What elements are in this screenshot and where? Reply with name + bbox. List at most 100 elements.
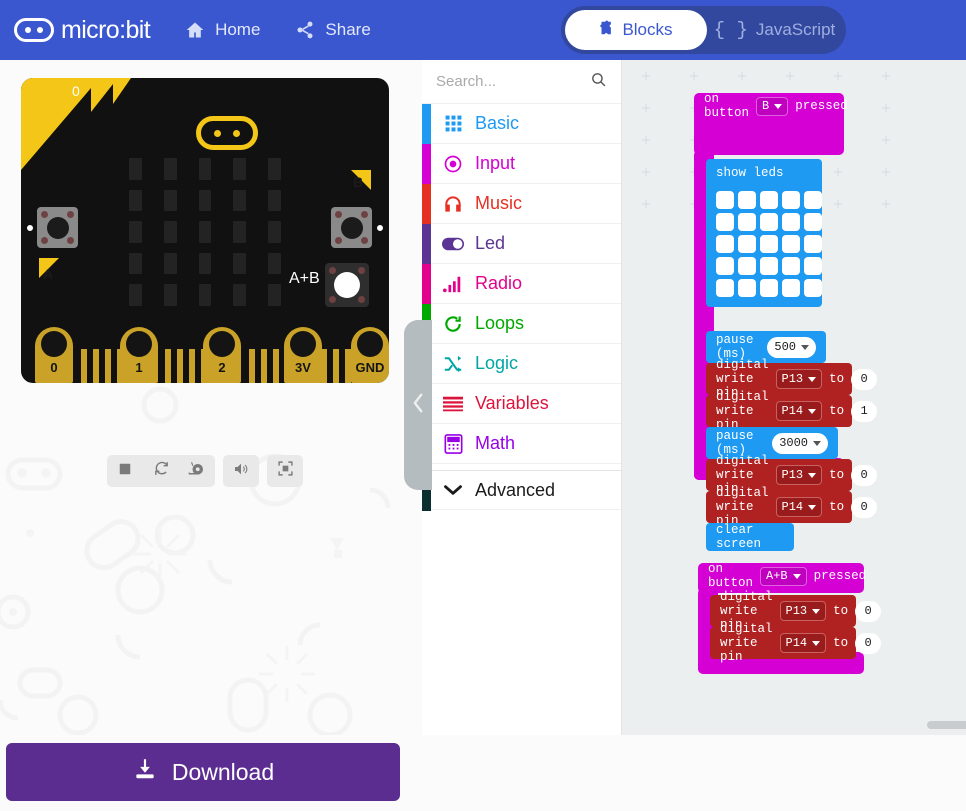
nav-share[interactable]: Share xyxy=(294,20,371,40)
led-cell[interactable] xyxy=(738,235,756,253)
category-color-strip xyxy=(422,264,431,304)
target-icon xyxy=(440,154,466,174)
simulator-edge-connector: 0 1 2 3V GND xyxy=(21,325,389,383)
led-cell[interactable] xyxy=(782,257,800,275)
led-cell[interactable] xyxy=(760,279,778,297)
download-icon xyxy=(132,756,158,788)
search-input[interactable] xyxy=(436,73,576,90)
block-header: on button B pressed xyxy=(694,92,848,120)
simulator-pin-2[interactable]: 2 xyxy=(203,327,241,383)
toolbox-collapse-handle[interactable] xyxy=(404,320,432,490)
block-on-button-ab-pressed[interactable]: on button A+B pressed xyxy=(698,562,866,593)
mute-button[interactable] xyxy=(223,455,259,487)
search-icon[interactable] xyxy=(590,71,607,93)
led-cell[interactable] xyxy=(738,191,756,209)
block-text-before: on button xyxy=(708,562,754,590)
block-digital-write-p14-0-ab[interactable]: digital write pin P14 to 0 xyxy=(710,622,882,664)
block-on-button-b-pressed[interactable]: on button B pressed xyxy=(694,92,848,155)
toolbox-category-math[interactable]: Math xyxy=(422,424,621,464)
toolbox-category-basic[interactable]: Basic xyxy=(422,104,621,144)
led-cell[interactable] xyxy=(716,257,734,275)
led-cell[interactable] xyxy=(804,235,822,253)
pin-dropdown[interactable]: P13 xyxy=(775,465,823,485)
pause-value-dropdown[interactable]: 3000 xyxy=(772,432,828,454)
dropdown-value: B xyxy=(762,99,770,113)
blocks-workspace[interactable]: on button B pressed show leds pause (ms)… xyxy=(622,60,966,735)
led-cell[interactable] xyxy=(760,213,778,231)
microbit-logo[interactable]: micro:bit xyxy=(14,16,151,45)
led-cell[interactable] xyxy=(804,279,822,297)
simulator-button-a[interactable] xyxy=(37,207,78,248)
led-cell[interactable] xyxy=(804,257,822,275)
led-cell[interactable] xyxy=(738,213,756,231)
simulator-button-b[interactable] xyxy=(331,207,372,248)
value-field[interactable]: 0 xyxy=(851,496,878,518)
led-cell[interactable] xyxy=(782,191,800,209)
value-field[interactable]: 1 xyxy=(851,400,878,422)
value-field[interactable]: 0 xyxy=(855,600,882,622)
block-label: clear screen xyxy=(716,523,762,551)
led-cell[interactable] xyxy=(804,191,822,209)
simulator-pin-gnd[interactable]: GND xyxy=(351,327,389,383)
grid-icon xyxy=(440,114,466,133)
value-field[interactable]: 0 xyxy=(851,368,878,390)
category-color-strip xyxy=(422,224,431,264)
simulator-pin-3v[interactable]: 3V xyxy=(284,327,322,383)
toolbox-category-variables[interactable]: Variables xyxy=(422,384,621,424)
tab-javascript[interactable]: { } JavaScript xyxy=(707,10,842,50)
field-value: 500 xyxy=(774,340,796,354)
category-color-strip xyxy=(422,104,431,144)
simulator-button-a-plus-b[interactable] xyxy=(325,263,369,307)
toolbox-category-music[interactable]: Music xyxy=(422,184,621,224)
block-label: pause (ms) xyxy=(716,429,754,457)
led-cell[interactable] xyxy=(760,235,778,253)
stop-button[interactable] xyxy=(107,455,143,487)
led-cell[interactable] xyxy=(760,191,778,209)
restart-button[interactable] xyxy=(143,455,179,487)
simulator-pin-0[interactable]: 0 xyxy=(35,327,73,383)
led-cell[interactable] xyxy=(738,257,756,275)
block-show-leds[interactable]: show leds xyxy=(706,159,822,307)
download-button[interactable]: Download xyxy=(6,743,400,801)
led-cell[interactable] xyxy=(760,257,778,275)
workspace-horizontal-scrollbar[interactable] xyxy=(927,721,966,729)
show-leds-grid[interactable] xyxy=(706,183,822,307)
pin-dropdown[interactable]: P14 xyxy=(775,497,823,517)
pause-value-dropdown[interactable]: 500 xyxy=(767,336,816,358)
nav-home[interactable]: Home xyxy=(184,20,260,40)
pin-dropdown[interactable]: P13 xyxy=(779,601,827,621)
toolbox-category-input[interactable]: Input xyxy=(422,144,621,184)
block-digital-write-p14-1[interactable]: digital write pin P14 to 1 xyxy=(706,390,878,432)
led-cell[interactable] xyxy=(782,213,800,231)
led-cell[interactable] xyxy=(738,279,756,297)
block-clear-screen[interactable]: clear screen xyxy=(706,523,794,551)
field-value: P14 xyxy=(785,636,808,650)
fullscreen-button[interactable] xyxy=(267,455,303,487)
led-cell[interactable] xyxy=(716,279,734,297)
led-cell[interactable] xyxy=(716,213,734,231)
toolbox-category-led[interactable]: Led xyxy=(422,224,621,264)
led-cell[interactable] xyxy=(716,235,734,253)
pin-dropdown[interactable]: P14 xyxy=(779,633,827,653)
button-ab-label: A+B xyxy=(289,270,320,287)
slow-motion-button[interactable] xyxy=(179,455,215,487)
value-field[interactable]: 0 xyxy=(855,632,882,654)
simulator-toolbar xyxy=(107,455,303,487)
toolbox-category-logic[interactable]: Logic xyxy=(422,344,621,384)
simulator-pin-1[interactable]: 1 xyxy=(120,327,158,383)
led-cell[interactable] xyxy=(782,279,800,297)
toolbox-category-loops[interactable]: Loops xyxy=(422,304,621,344)
led-cell[interactable] xyxy=(782,235,800,253)
toolbox-category-advanced[interactable]: Advanced xyxy=(422,470,621,511)
led-cell[interactable] xyxy=(804,213,822,231)
pin-dropdown[interactable]: P13 xyxy=(775,369,823,389)
led-cell[interactable] xyxy=(716,191,734,209)
button-dropdown[interactable]: B xyxy=(756,96,789,116)
block-digital-write-p14-0-b[interactable]: digital write pin P14 to 0 xyxy=(706,486,878,528)
pin-dropdown[interactable]: P14 xyxy=(775,401,823,421)
value-field[interactable]: 0 xyxy=(851,464,878,486)
toolbox-category-radio[interactable]: Radio xyxy=(422,264,621,304)
block-label-row: show leds xyxy=(706,159,822,183)
button-dropdown[interactable]: A+B xyxy=(760,566,807,586)
tab-blocks[interactable]: Blocks xyxy=(565,10,707,50)
